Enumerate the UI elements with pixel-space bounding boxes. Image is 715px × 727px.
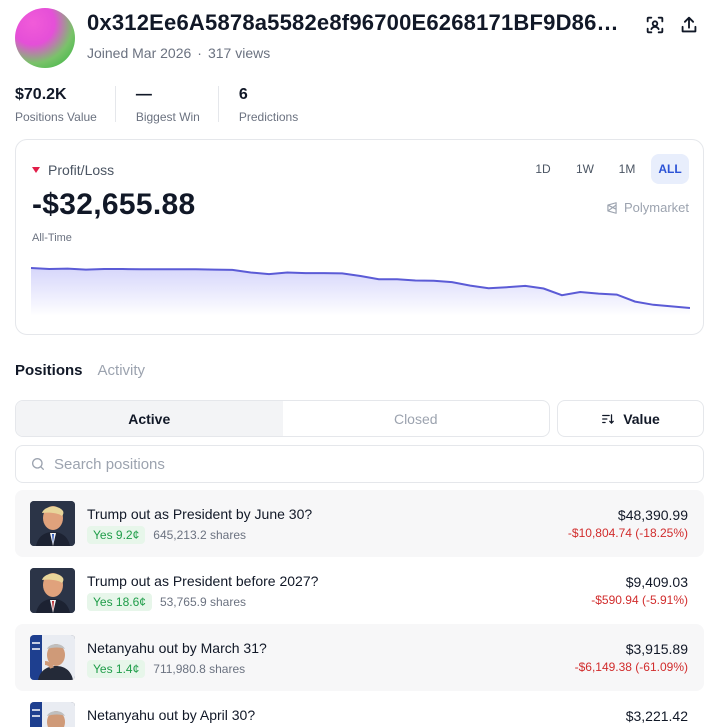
scan-icon[interactable] — [644, 14, 666, 36]
share-icon[interactable] — [678, 14, 700, 36]
market-image-trump — [30, 501, 75, 546]
position-title: Trump out as President by June 30? — [87, 506, 313, 522]
share-count: 645,213.2 shares — [153, 528, 247, 542]
stat-label: Predictions — [238, 110, 299, 124]
market-image-netanyahu — [30, 635, 75, 680]
position-status-toggle: Active Closed — [15, 400, 550, 437]
position-value: $48,390.99 — [617, 507, 688, 523]
profile-header: 0x312Ee6A5878a5582e8f96700E6268171BF9D86… — [15, 8, 705, 68]
range-selector: 1D 1W 1M ALL — [525, 154, 689, 184]
position-title: Netanyahu out by March 31? — [87, 640, 267, 656]
tab-activity[interactable]: Activity — [98, 362, 146, 379]
down-triangle-icon — [32, 167, 40, 173]
stat-biggest-win: — Biggest Win — [135, 86, 219, 124]
range-1m[interactable]: 1M — [609, 154, 645, 184]
pnl-value: -$32,655.88 — [32, 188, 196, 221]
outcome-badge: Yes 1.4¢ — [87, 660, 146, 678]
search-input[interactable] — [54, 455, 654, 473]
sort-label: Value — [623, 410, 660, 427]
range-1d[interactable]: 1D — [525, 154, 561, 184]
stat-label: Biggest Win — [135, 110, 200, 124]
position-value: $9,409.03 — [625, 574, 688, 590]
position-row[interactable]: Trump out as President by June 30? Yes 9… — [15, 490, 704, 557]
pnl-chart — [31, 267, 690, 316]
position-change: -$590.94 (-5.91%) — [591, 593, 688, 607]
stat-predictions: 6 Predictions — [238, 86, 316, 124]
polymarket-logo-icon — [607, 201, 617, 214]
outcome-badge: Yes 9.2¢ — [87, 526, 146, 544]
range-1w[interactable]: 1W — [567, 154, 603, 184]
share-count: 53,765.9 shares — [159, 595, 247, 609]
stat-value: — — [135, 86, 152, 103]
sort-icon — [602, 413, 615, 424]
position-change: -$6,149.38 (-61.09%) — [574, 660, 688, 674]
pnl-period: All-Time — [32, 232, 72, 244]
position-meta: Yes 9.2¢ 645,213.2 shares — [87, 526, 246, 544]
outcome-badge: Yes 18.6¢ — [87, 593, 152, 611]
share-count: 711,980.8 shares — [153, 662, 246, 676]
position-meta: Yes 1.4¢ 711,980.8 shares — [87, 660, 245, 678]
joined-date: Joined Mar 2026 — [87, 45, 192, 61]
segment-closed[interactable]: Closed — [283, 401, 550, 436]
pnl-label: Profit/Loss — [32, 162, 114, 178]
pnl-card: Profit/Loss -$32,655.88 All-Time 1D 1W 1… — [15, 139, 704, 335]
polymarket-brand: Polymarket — [605, 200, 689, 215]
brand-name: Polymarket — [623, 200, 689, 215]
profile-stats: $70.2K Positions Value — Biggest Win 6 P… — [15, 86, 336, 126]
avatar — [15, 8, 75, 68]
position-value: $3,221.42 — [625, 708, 688, 724]
pnl-label-text: Profit/Loss — [48, 162, 115, 178]
positions-list: Trump out as President by June 30? Yes 9… — [15, 490, 704, 727]
position-title: Netanyahu out by April 30? — [87, 707, 256, 723]
position-change: -$10,804.74 (-18.25%) — [567, 526, 688, 540]
profile-meta: Joined Mar 2026 · 317 views — [87, 45, 270, 61]
stat-value: 6 — [238, 86, 248, 103]
meta-separator: · — [197, 45, 202, 61]
market-image-netanyahu — [30, 702, 75, 727]
range-all[interactable]: ALL — [651, 154, 689, 184]
sort-button[interactable]: Value — [557, 400, 704, 437]
position-row[interactable]: Netanyahu out by April 30? $3,221.42 — [15, 691, 704, 727]
position-title: Trump out as President before 2027? — [87, 573, 319, 589]
position-row[interactable]: Netanyahu out by March 31? Yes 1.4¢ 711,… — [15, 624, 704, 691]
position-value: $3,915.89 — [625, 641, 688, 657]
tab-positions[interactable]: Positions — [15, 362, 83, 379]
search-icon — [32, 458, 44, 470]
position-meta: Yes 18.6¢ 53,765.9 shares — [87, 593, 246, 611]
market-image-trump — [30, 568, 75, 613]
view-count: 317 views — [207, 45, 271, 61]
wallet-address: 0x312Ee6A5878a5582e8f96700E6268171BF9D86… — [87, 10, 619, 35]
position-row[interactable]: Trump out as President before 2027? Yes … — [15, 557, 704, 624]
segment-active[interactable]: Active — [16, 401, 283, 436]
stat-value: $70.2K — [15, 86, 67, 103]
search-box — [15, 445, 704, 483]
profile-tabs: Positions Activity — [15, 362, 145, 379]
stat-label: Positions Value — [15, 110, 97, 124]
stat-positions-value: $70.2K Positions Value — [15, 86, 116, 124]
